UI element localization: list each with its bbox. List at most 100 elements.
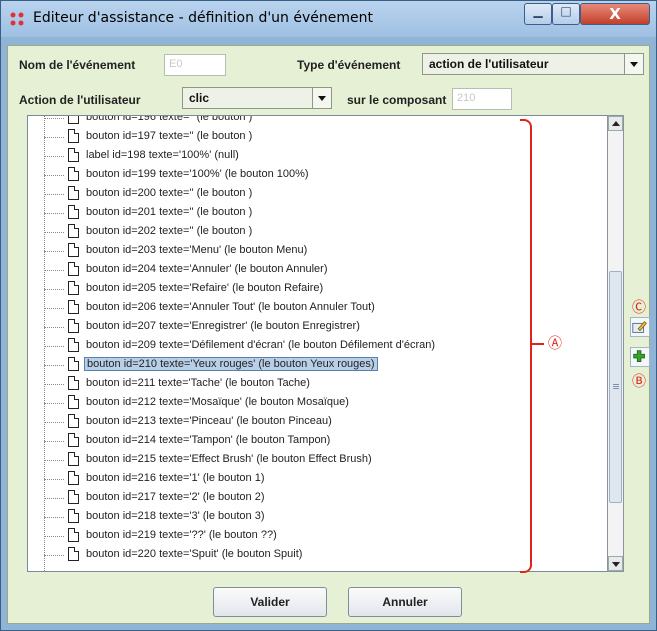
edit-button[interactable] xyxy=(630,317,650,337)
tree-item-label: bouton id=206 texte='Annuler Tout' (le b… xyxy=(86,301,375,313)
scroll-thumb[interactable] xyxy=(609,271,622,503)
tree-item-label: bouton id=207 texte='Enregistrer' (le bo… xyxy=(86,320,360,332)
document-icon xyxy=(68,205,79,219)
tree-item-label: bouton id=215 texte='Effect Brush' (le b… xyxy=(86,453,372,465)
tree-connector xyxy=(44,308,64,309)
tree-item-label: bouton id=218 texte='3' (le bouton 3) xyxy=(86,510,265,522)
annotation-bracket xyxy=(520,119,532,573)
tree-item-label: bouton id=216 texte='1' (le bouton 1) xyxy=(86,472,265,484)
tree-item-label: bouton id=220 texte='Spuit' (le bouton S… xyxy=(86,548,303,560)
user-action-label: Action de l'utilisateur xyxy=(19,93,141,107)
document-icon xyxy=(68,395,79,409)
tree-connector xyxy=(44,118,64,119)
document-icon xyxy=(68,528,79,542)
tree-connector xyxy=(44,536,64,537)
window-title: Editeur d'assistance - définition d'un é… xyxy=(33,10,373,26)
tree-connector xyxy=(44,194,64,195)
tree-item-label: bouton id=202 texte='' (le bouton ) xyxy=(86,225,253,237)
tree-item-label: bouton id=214 texte='Tampon' (le bouton … xyxy=(86,434,331,446)
tree-connector xyxy=(44,365,64,366)
maximize-button[interactable]: □ xyxy=(552,3,580,25)
close-button[interactable]: X xyxy=(580,3,650,25)
tree-item-label: label id=198 texte='100%' (null) xyxy=(86,149,239,161)
tree-connector xyxy=(44,346,64,347)
edit-icon xyxy=(632,320,647,333)
add-icon xyxy=(633,350,645,362)
vertical-scrollbar[interactable] xyxy=(607,115,624,572)
document-icon xyxy=(68,281,79,295)
document-icon xyxy=(68,490,79,504)
document-icon xyxy=(68,167,79,181)
tree-item-label: bouton id=199 texte='100%' (le bouton 10… xyxy=(86,168,309,180)
document-icon xyxy=(68,224,79,238)
event-name-field[interactable]: E0 xyxy=(164,54,226,76)
tree-connector xyxy=(44,213,64,214)
tree-connector xyxy=(44,517,64,518)
title-bar[interactable]: Editeur d'assistance - définition d'un é… xyxy=(1,1,656,37)
tree-connector xyxy=(44,289,64,290)
event-type-label: Type d'événement xyxy=(297,58,401,72)
validate-button[interactable]: Valider xyxy=(213,587,327,617)
dialog-window: Editeur d'assistance - définition d'un é… xyxy=(0,0,657,631)
tree-item-label: bouton id=196 texte='' (le bouton ) xyxy=(86,115,253,123)
tree-connector xyxy=(44,403,64,404)
annotation-bracket-tick xyxy=(530,343,544,345)
event-type-value: action de l'utilisateur xyxy=(429,57,549,71)
annotation-b: Ⓑ xyxy=(632,374,646,390)
cancel-button[interactable]: Annuler xyxy=(348,587,462,617)
document-icon xyxy=(68,262,79,276)
document-icon xyxy=(68,452,79,466)
tree-connector xyxy=(44,156,64,157)
tree-item-label: bouton id=210 texte='Yeux rouges' (le bo… xyxy=(84,357,378,371)
tree-item-label: bouton id=201 texte='' (le bouton ) xyxy=(86,206,253,218)
tree-connector xyxy=(44,327,64,328)
tree-item-label: bouton id=219 texte='??' (le bouton ??) xyxy=(86,529,277,541)
document-icon xyxy=(68,243,79,257)
scroll-up-button[interactable] xyxy=(608,116,623,131)
tree-connector xyxy=(44,270,64,271)
document-icon xyxy=(68,376,79,390)
tree-connector xyxy=(44,441,64,442)
document-icon xyxy=(68,148,79,162)
annotation-a: Ⓐ xyxy=(548,336,562,352)
tree-connector xyxy=(44,137,64,138)
tree-connector xyxy=(44,498,64,499)
grip-icon xyxy=(613,384,619,385)
document-icon xyxy=(68,338,79,352)
event-name-label: Nom de l'événement xyxy=(19,58,136,72)
tree-item-label: bouton id=197 texte='' (le bouton ) xyxy=(86,130,253,142)
scroll-down-button[interactable] xyxy=(608,556,623,571)
user-action-value: clic xyxy=(189,91,210,105)
chevron-down-icon[interactable] xyxy=(624,54,643,74)
tree-connector xyxy=(44,555,64,556)
add-button[interactable] xyxy=(630,347,650,367)
chevron-down-icon[interactable] xyxy=(312,88,331,108)
tree-connector xyxy=(44,175,64,176)
document-icon xyxy=(68,547,79,561)
document-icon xyxy=(68,116,79,124)
component-field[interactable]: 210 xyxy=(452,88,512,110)
component-label: sur le composant xyxy=(347,93,447,107)
document-icon xyxy=(68,414,79,428)
tree-item-label: bouton id=203 texte='Menu' (le bouton Me… xyxy=(86,244,308,256)
tree-item-label: bouton id=213 texte='Pinceau' (le bouton… xyxy=(86,415,332,427)
document-icon xyxy=(68,433,79,447)
tree-item-label: bouton id=204 texte='Annuler' (le bouton… xyxy=(86,263,328,275)
user-action-select[interactable]: clic xyxy=(182,87,332,109)
minimize-button[interactable]: ▁ xyxy=(524,3,552,25)
document-icon xyxy=(68,471,79,485)
tree-connector xyxy=(44,460,64,461)
event-type-select[interactable]: action de l'utilisateur xyxy=(422,53,644,75)
document-icon xyxy=(68,357,79,371)
document-icon xyxy=(68,129,79,143)
document-icon xyxy=(68,509,79,523)
tree-connector xyxy=(44,479,64,480)
tree-item-label: bouton id=217 texte='2' (le bouton 2) xyxy=(86,491,265,503)
tree-connector xyxy=(44,384,64,385)
tree-item-label: bouton id=212 texte='Mosaïque' (le bouto… xyxy=(86,396,349,408)
tree-item-label: bouton id=211 texte='Tache' (le bouton T… xyxy=(86,377,310,389)
document-icon xyxy=(68,186,79,200)
app-icon xyxy=(10,12,24,26)
tree-item-label: bouton id=200 texte='' (le bouton ) xyxy=(86,187,253,199)
tree-connector xyxy=(44,251,64,252)
